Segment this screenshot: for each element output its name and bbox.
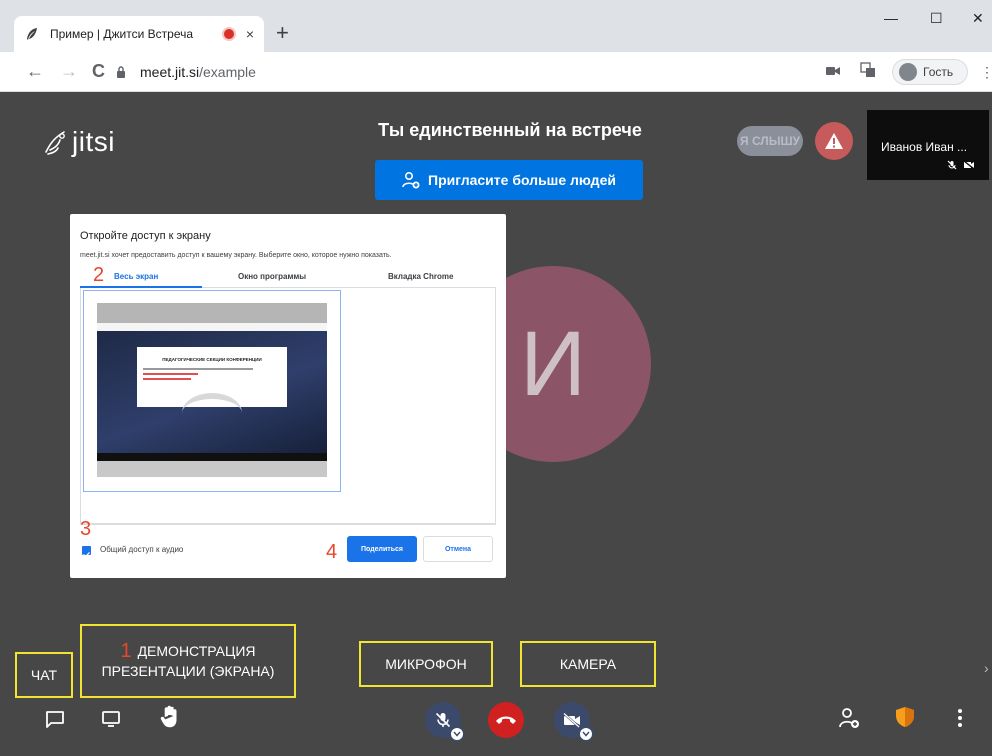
reload-button[interactable]: C [92,60,105,82]
cancel-button[interactable]: Отмена [423,536,493,562]
participant-thumbnail[interactable]: Иванов Иван ... [867,110,989,180]
meeting-area: jitsi Ты единственный на встрече Приглас… [0,92,992,756]
add-person-icon [402,171,420,189]
jitsi-logo-icon [45,131,65,155]
participant-name: Иванов Иван ... [881,140,968,154]
security-options-button[interactable] [892,702,918,732]
share-audio-checkbox[interactable] [82,546,91,558]
preview-addressbar [97,323,327,331]
chat-icon [46,711,64,728]
browser-tabstrip: Пример | Джитси Встреча × + — ☐ ✕ [0,0,992,52]
tab-title: Пример | Джитси Встреча [50,27,194,41]
new-tab-button[interactable]: + [276,22,289,44]
invite-button-label: Пригласите больше людей [428,172,616,188]
screen-share-dialog: Откройте доступ к экрану meet.jit.si хоч… [70,214,506,578]
preview-taskbar [97,453,327,461]
step-3-marker: 3 [80,518,92,540]
raise-hand-icon [160,705,177,728]
raise-hand-button[interactable] [156,702,184,732]
camera-button[interactable] [554,702,594,742]
preview-text-line [143,368,254,370]
more-vertical-icon [958,709,962,727]
screen-share-button[interactable] [98,706,124,732]
camera-callout: КАМЕРА [520,641,656,687]
preview-link-line [143,378,192,380]
invite-people-button[interactable] [836,704,862,732]
hangup-button[interactable] [488,702,524,738]
profile-guest-button[interactable]: Гость [892,59,968,85]
preview-link-line [143,373,199,375]
forward-button[interactable]: → [60,60,78,82]
tab-entire-screen[interactable]: Весь экран [114,272,158,281]
chat-callout-label: ЧАТ [30,667,58,683]
share-audio-label: Общий доступ к аудио [100,545,184,554]
mic-muted-small-icon [947,160,957,170]
browser-menu-button[interactable]: ⋮ [980,64,992,81]
guest-label: Гость [923,65,954,79]
screen-share-callout: 1 ДЕМОНСТРАЦИЯ ПРЕЗЕНТАЦИИ (ЭКРАНА) [80,624,296,698]
chat-button[interactable] [42,706,68,732]
translate-icon[interactable] [860,62,876,83]
tab-chrome-tab[interactable]: Вкладка Chrome [388,272,453,281]
step-4-marker: 4 [326,541,338,563]
camera-callout-label: КАМЕРА [559,656,617,672]
preview-meeting: ПЕДАГОГИЧЕСКИЕ СЕКЦИИ КОНФЕРЕНЦИИ [97,331,327,453]
tab-application-window[interactable]: Окно программы [238,272,306,281]
window-minimize-button[interactable]: — [884,10,898,26]
thumbnail-status-icons [947,160,975,170]
dialog-description: meet.jit.si хочет предоставить доступ к … [80,252,392,259]
preview-titlebar [97,303,327,323]
share-button[interactable]: Поделиться [347,536,417,562]
url-text: meet.jit.si/example [140,64,256,80]
add-person-icon [839,708,859,728]
back-button[interactable]: ← [26,60,44,82]
screen-root: Пример | Джитси Встреча × + — ☐ ✕ ← → C … [0,0,992,756]
screen-share-callout-line1: ДЕМОНСТРАЦИЯ [137,643,256,659]
screen-preview-thumbnail: ПЕДАГОГИЧЕСКИЕ СЕКЦИИ КОНФЕРЕНЦИИ [97,303,327,477]
camera-off-small-icon [963,160,975,170]
step-2-marker: 2 [93,264,105,286]
preview-dialog-title: ПЕДАГОГИЧЕСКИЕ СЕКЦИИ КОНФЕРЕНЦИИ [162,357,262,362]
url-host: meet.jit.si [140,64,200,80]
dialog-title: Откройте доступ к экрану [80,230,211,242]
preview-avatar-arc [182,393,242,433]
screen-share-callout-line2: ПРЕЗЕНТАЦИИ (ЭКРАНА) [101,663,275,679]
window-close-button[interactable]: ✕ [972,10,984,27]
camera-in-use-icon[interactable] [826,64,840,82]
lock-icon [116,64,130,80]
recording-indicator-icon [223,29,234,39]
feather-icon [24,26,40,42]
hear-indicator-badge: Я СЛЫШУ [737,126,803,156]
camera-off-icon [563,712,580,728]
mic-muted-icon [435,712,451,728]
shield-icon [896,707,914,727]
mic-callout: МИКРОФОН [359,641,493,687]
filmstrip-toggle-icon[interactable]: › [984,660,989,676]
screen-share-icon [102,711,120,727]
browser-toolbar: ← → C meet.jit.si/example Гость ⋮ [0,52,992,92]
url-path: /example [199,64,256,80]
mic-options-chevron-icon[interactable] [449,726,465,742]
step-1-marker: 1 [120,640,132,662]
address-bar[interactable]: meet.jit.si/example [116,58,816,86]
invite-more-button[interactable]: Пригласите больше людей [375,160,643,200]
chat-callout: ЧАТ [15,652,73,698]
jitsi-logo-text: jitsi [72,126,115,157]
hangup-icon [496,716,516,724]
window-maximize-button[interactable]: ☐ [930,10,943,27]
more-actions-button[interactable] [950,704,970,732]
connection-warning-icon[interactable] [815,122,853,160]
screen-preview-card[interactable]: ПЕДАГОГИЧЕСКИЕ СЕКЦИИ КОНФЕРЕНЦИИ [83,290,341,492]
mic-callout-label: МИКРОФОН [385,656,467,672]
browser-tab[interactable]: Пример | Джитси Встреча × [14,16,264,52]
microphone-button[interactable] [425,702,465,742]
dialog-tabs: Весь экран Окно программы Вкладка Chrome [80,264,496,288]
share-source-panel: ПЕДАГОГИЧЕСКИЕ СЕКЦИИ КОНФЕРЕНЦИИ [80,288,496,524]
dialog-divider [80,524,496,525]
jitsi-logo: jitsi [42,126,115,158]
meeting-status-title: Ты единственный на встрече [378,120,642,140]
tab-close-button[interactable]: × [246,26,254,42]
profile-avatar-icon [899,63,917,81]
camera-options-chevron-icon[interactable] [578,726,594,742]
